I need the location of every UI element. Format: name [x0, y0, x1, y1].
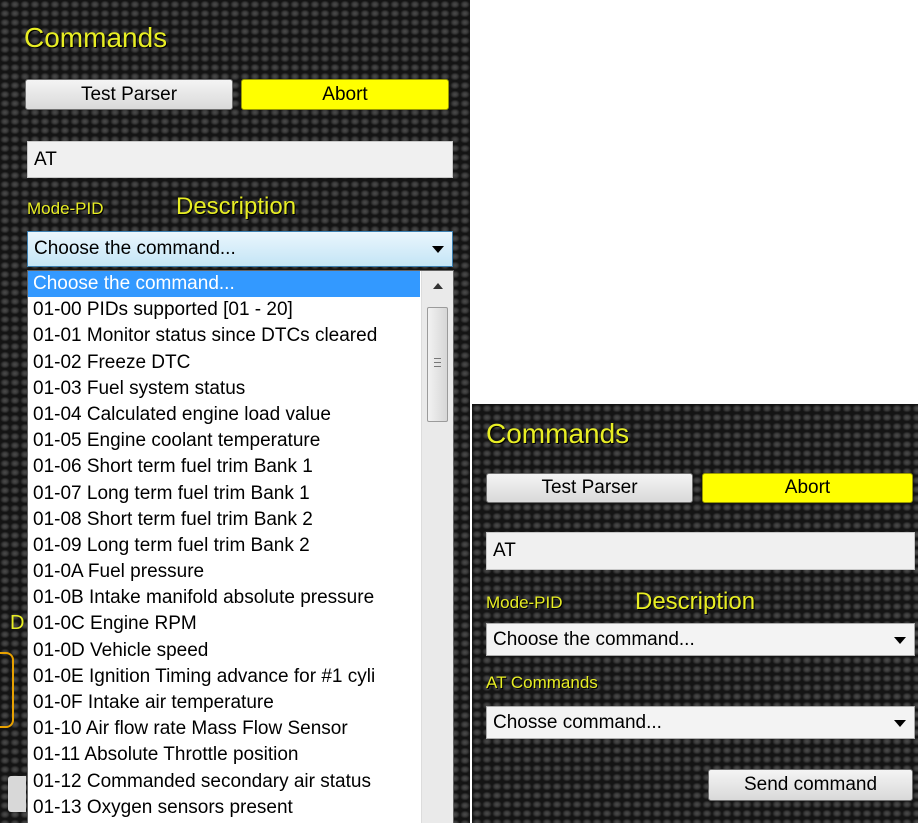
mode-pid-label: Mode-PID [486, 593, 563, 612]
commands-title: Commands [486, 418, 630, 449]
commands-title: Commands [24, 22, 168, 53]
dropdown-item[interactable]: 01-10 Air flow rate Mass Flow Sensor [28, 716, 420, 742]
scrollbar-thumb[interactable] [427, 307, 448, 422]
abort-button[interactable]: Abort [241, 79, 449, 110]
mode-pid-label: Mode-PID [27, 199, 104, 218]
dropdown-item[interactable]: 01-01 Monitor status since DTCs cleared [28, 323, 420, 349]
hidden-orange-frame [0, 652, 14, 728]
command-dropdown-list[interactable]: Choose the command... 01-00 PIDs supporte… [27, 270, 454, 823]
scroll-up-icon[interactable] [433, 283, 443, 289]
at-commands-label: AT Commands [486, 673, 598, 692]
abort-button[interactable]: Abort [702, 473, 913, 503]
dropdown-item[interactable]: 01-0C Engine RPM [28, 611, 420, 637]
description-label: Description [176, 193, 297, 220]
right-commands-panel: Commands Test Parser Abort AT Mode-PID D… [472, 404, 918, 823]
dropdown-items: Choose the command... 01-00 PIDs supporte… [28, 271, 420, 823]
hidden-button-fragment [8, 776, 26, 812]
command-combobox[interactable]: Choose the command... [27, 231, 453, 267]
dropdown-item[interactable]: 01-09 Long term fuel trim Bank 2 [28, 533, 420, 559]
dropdown-scrollbar[interactable] [421, 271, 453, 823]
command-input[interactable]: AT [486, 532, 915, 570]
dropdown-item[interactable]: 01-12 Commanded secondary air status [28, 769, 420, 795]
dropdown-item[interactable]: 01-05 Engine coolant temperature [28, 428, 420, 454]
dropdown-item[interactable]: 01-0B Intake manifold absolute pressure [28, 585, 420, 611]
at-command-combobox-value: Chosse command... [493, 711, 662, 733]
command-combobox[interactable]: Choose the command... [486, 623, 915, 656]
dropdown-item[interactable]: 01-02 Freeze DTC [28, 350, 420, 376]
chevron-down-icon[interactable] [894, 636, 906, 644]
description-label: Description [635, 588, 756, 615]
grip-line [434, 358, 441, 359]
command-combobox-value: Choose the command... [34, 238, 236, 259]
send-command-button[interactable]: Send command [708, 769, 913, 801]
chevron-down-icon[interactable] [894, 719, 906, 727]
command-combobox-value: Choose the command... [493, 628, 695, 650]
grip-line [434, 362, 441, 363]
dropdown-item[interactable]: 01-08 Short term fuel trim Bank 2 [28, 507, 420, 533]
dropdown-item[interactable]: 01-00 PIDs supported [01 - 20] [28, 297, 420, 323]
dropdown-item[interactable]: 01-0F Intake air temperature [28, 690, 420, 716]
dropdown-item[interactable]: 01-07 Long term fuel trim Bank 1 [28, 481, 420, 507]
dropdown-item-selected[interactable]: Choose the command... [28, 271, 420, 298]
command-input[interactable]: AT [27, 141, 453, 178]
grip-line [434, 366, 441, 367]
at-command-combobox[interactable]: Chosse command... [486, 706, 915, 739]
dropdown-item[interactable]: 01-03 Fuel system status [28, 376, 420, 402]
dropdown-item[interactable]: 01-0E Ignition Timing advance for #1 cyl… [28, 664, 420, 690]
dropdown-item[interactable]: 01-11 Absolute Throttle position [28, 742, 420, 768]
dropdown-item[interactable]: 01-04 Calculated engine load value [28, 402, 420, 428]
dropdown-item[interactable]: 01-13 Oxygen sensors present [28, 795, 420, 821]
test-parser-button[interactable]: Test Parser [486, 473, 693, 503]
dropdown-item[interactable]: 01-0D Vehicle speed [28, 638, 420, 664]
hidden-label-fragment: D [10, 612, 25, 634]
left-commands-panel: Commands Test Parser Abort AT Mode-PID D… [0, 0, 470, 823]
dropdown-item[interactable]: 01-0A Fuel pressure [28, 559, 420, 585]
chevron-down-icon[interactable] [432, 246, 444, 253]
dropdown-item[interactable]: 01-06 Short term fuel trim Bank 1 [28, 454, 420, 480]
test-parser-button[interactable]: Test Parser [25, 79, 233, 110]
